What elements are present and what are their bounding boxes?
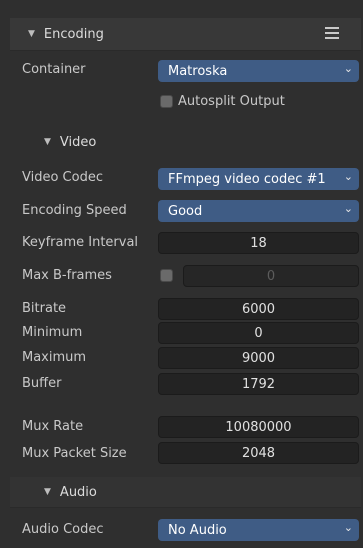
max-bframes-field[interactable]: 0 [183,265,359,287]
chevron-down-icon: ⌄ [343,521,353,534]
maximum-field[interactable]: 9000 [158,347,359,369]
mux-packet-size-field[interactable]: 2048 [158,442,359,464]
maximum-label: Maximum [22,350,87,365]
container-dropdown[interactable]: Matroska ⌄ [158,60,359,82]
buffer-field[interactable]: 1792 [158,373,359,395]
collapse-triangle-icon: ▼ [44,487,51,497]
video-codec-dropdown[interactable]: FFmpeg video codec #1 ⌄ [158,168,359,190]
mux-packet-size-label: Mux Packet Size [22,446,127,461]
autosplit-label[interactable]: Autosplit Output [178,94,285,109]
minimum-label: Minimum [22,325,83,340]
bitrate-field[interactable]: 6000 [158,298,359,320]
collapse-triangle-icon: ▼ [28,29,35,39]
encoding-section-header[interactable]: ▼ Encoding [10,18,361,51]
chevron-down-icon: ⌄ [343,170,353,183]
mux-rate-field[interactable]: 10080000 [158,416,359,438]
video-title: Video [59,134,97,150]
chevron-down-icon: ⌄ [343,202,353,215]
container-value: Matroska [168,63,228,79]
max-bframes-label: Max B-frames [22,268,112,283]
max-bframes-checkbox[interactable] [160,269,173,282]
chevron-down-icon: ⌄ [343,62,353,75]
encoding-speed-value: Good [168,203,203,219]
buffer-label: Buffer [22,376,62,391]
encoding-speed-label: Encoding Speed [22,203,127,218]
autosplit-checkbox[interactable] [160,95,173,108]
collapse-triangle-icon: ▼ [44,137,51,147]
audio-codec-dropdown[interactable]: No Audio ⌄ [158,519,359,541]
keyframe-interval-label: Keyframe Interval [22,235,139,250]
mux-rate-label: Mux Rate [22,419,84,434]
encoding-speed-dropdown[interactable]: Good ⌄ [158,200,359,222]
audio-codec-label: Audio Codec [22,522,104,537]
bitrate-label: Bitrate [22,301,67,316]
video-section-header[interactable]: ▼ Video [10,128,361,156]
audio-section-header[interactable]: ▼ Audio [10,477,361,508]
video-codec-value: FFmpeg video codec #1 [168,171,326,187]
audio-codec-value: No Audio [168,522,227,538]
video-codec-label: Video Codec [22,170,103,185]
keyframe-interval-field[interactable]: 18 [158,232,359,254]
audio-title: Audio [59,484,97,500]
minimum-field[interactable]: 0 [158,322,359,344]
list-menu-icon[interactable] [325,27,339,41]
encoding-title: Encoding [43,26,104,42]
container-label: Container [22,62,86,77]
